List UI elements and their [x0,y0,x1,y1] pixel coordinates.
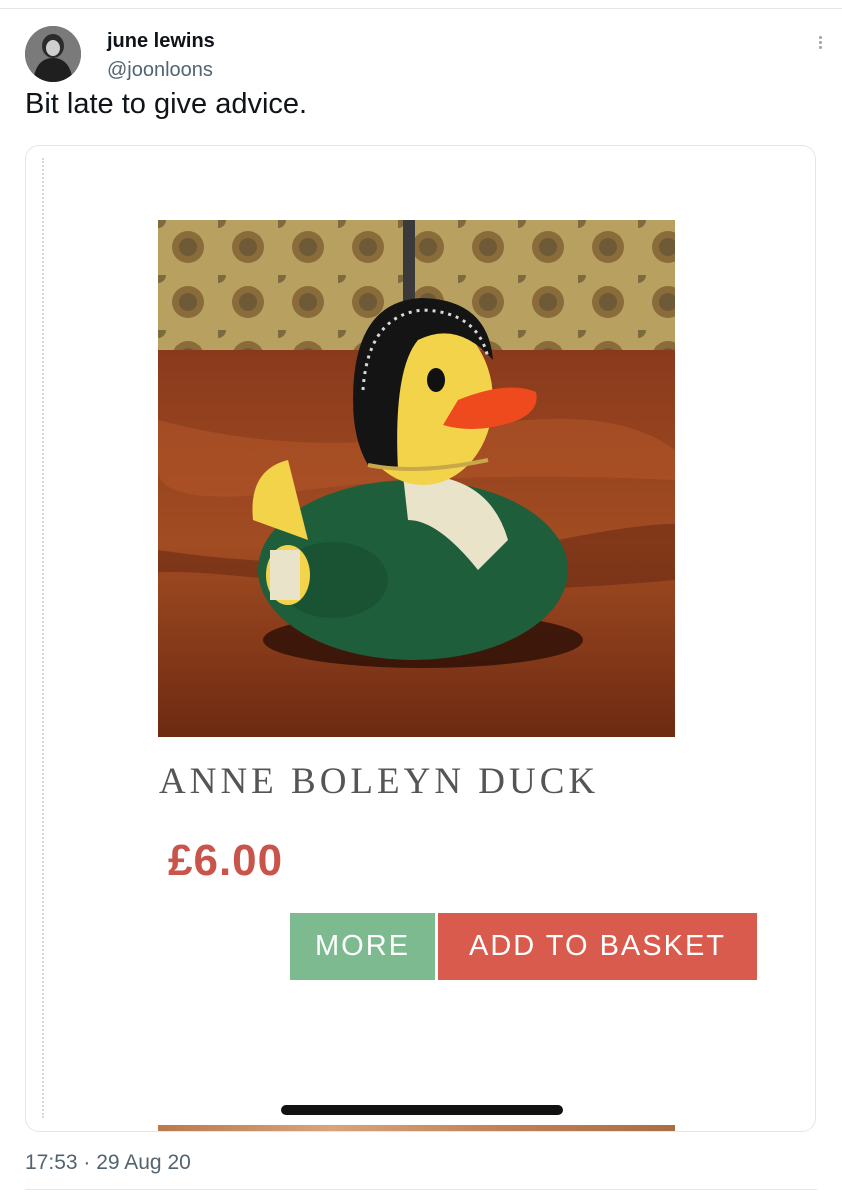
product-price: £6.00 [168,836,284,885]
add-to-basket-button[interactable]: ADD TO BASKET [438,913,757,980]
dotted-divider [42,158,44,1118]
product-title: ANNE BOLEYN DUCK [159,761,600,802]
author-name[interactable]: june lewins [107,30,215,53]
tweet-media-card[interactable]: ANNE BOLEYN DUCK £6.00 MORE ADD TO BASKE… [25,145,816,1132]
avatar-photo [25,26,81,82]
tweet-text: Bit late to give advice. [25,88,308,120]
top-divider [0,8,842,9]
next-product-image-edge [158,1125,675,1131]
home-indicator-bar [281,1105,563,1115]
author-avatar[interactable] [25,26,81,82]
product-photo [158,220,675,737]
bottom-divider [25,1189,817,1190]
more-vertical-icon[interactable] [812,34,828,52]
author-handle[interactable]: @joonloons [107,59,213,82]
more-button[interactable]: MORE [290,913,435,980]
tweet-timestamp[interactable]: 17:53 · 29 Aug 20 [25,1151,191,1175]
